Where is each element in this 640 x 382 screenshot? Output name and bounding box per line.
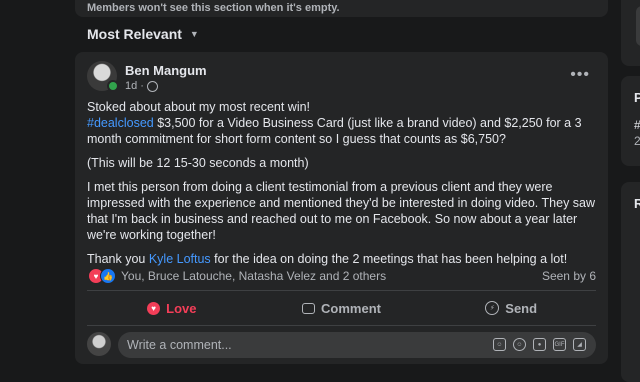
comment-icon xyxy=(302,302,316,314)
post-paragraph: Thank you Kyle Loftus for the idea on do… xyxy=(87,251,597,267)
comment-placeholder: Write a comment... xyxy=(127,338,232,352)
online-status-icon xyxy=(107,80,119,92)
post-paragraph: Stoked about about my most recent win! #… xyxy=(87,99,597,147)
comment-tools: ☺ ☺ ● GIF ◢ xyxy=(493,338,586,351)
sort-dropdown[interactable]: Most Relevant ▼ xyxy=(87,26,199,42)
sidebar-card-bottom: R xyxy=(621,182,640,382)
meta-separator: · xyxy=(140,80,144,92)
sidebar-title: R xyxy=(634,196,640,211)
sidebar-card-top xyxy=(621,0,640,66)
more-options-icon[interactable]: ••• xyxy=(570,66,590,84)
comment-button[interactable]: Comment xyxy=(257,294,427,322)
hashtag-link[interactable]: #dealclosed xyxy=(87,116,154,130)
send-button[interactable]: ⚡ Send xyxy=(426,294,596,322)
group-notice-card: Members won't see this section when it's… xyxy=(75,0,608,17)
post-body: Stoked about about my most recent win! #… xyxy=(87,99,597,275)
avatar-sticker-icon[interactable]: ☺ xyxy=(493,338,506,351)
messenger-icon: ⚡ xyxy=(485,301,500,315)
post-text: for the idea on doing the 2 meetings tha… xyxy=(210,252,568,266)
emoji-icon[interactable]: ☺ xyxy=(513,338,526,351)
gif-icon[interactable]: GIF xyxy=(553,338,566,351)
group-notice-text: Members won't see this section when it's… xyxy=(87,2,340,14)
comment-input[interactable]: Write a comment... ☺ ☺ ● GIF ◢ xyxy=(118,332,596,358)
sidebar-title: P xyxy=(634,90,640,105)
love-label: Love xyxy=(166,300,197,316)
like-reaction-icon: 👍 xyxy=(100,268,116,284)
love-button[interactable]: ♥ Love xyxy=(87,294,257,322)
sidebar-card-middle: P # 2 xyxy=(621,76,640,166)
post-actions: ♥ Love Comment ⚡ Send xyxy=(87,294,596,322)
post-paragraph: (This will be 12 15-30 seconds a month) xyxy=(87,156,309,170)
divider xyxy=(87,290,596,291)
post-text: Thank you xyxy=(87,252,149,266)
author-avatar[interactable] xyxy=(87,61,119,92)
caret-down-icon: ▼ xyxy=(189,29,199,39)
heart-icon: ♥ xyxy=(147,301,161,315)
seen-by-count[interactable]: Seen by 6 xyxy=(542,269,596,283)
sort-label: Most Relevant xyxy=(87,26,182,42)
reaction-names[interactable]: You, Bruce Latouche, Natasha Velez and 2… xyxy=(121,269,386,283)
post-text-line: Stoked about about my most recent win! xyxy=(87,100,311,114)
post-paragraph: I met this person from doing a client te… xyxy=(87,180,596,242)
globe-icon xyxy=(146,80,158,92)
post-meta: 1d · xyxy=(125,80,158,92)
reactions-row[interactable]: ♥ 👍 You, Bruce Latouche, Natasha Velez a… xyxy=(88,267,596,285)
comment-label: Comment xyxy=(321,300,381,316)
post-time[interactable]: 1d xyxy=(125,80,137,92)
mention-link[interactable]: Kyle Loftus xyxy=(149,252,211,266)
sticker-icon[interactable]: ◢ xyxy=(573,338,586,351)
author-name[interactable]: Ben Mangum xyxy=(125,63,207,78)
post-text-line: $3,500 for a Video Business Card (just l… xyxy=(87,116,582,146)
send-label: Send xyxy=(505,300,538,316)
commenter-avatar[interactable] xyxy=(87,332,111,356)
camera-icon[interactable]: ● xyxy=(533,338,546,351)
sidebar-text: 2 xyxy=(634,134,640,148)
divider xyxy=(87,325,596,326)
sidebar-text[interactable]: # xyxy=(634,118,640,132)
post-card: Ben Mangum 1d · ••• Stoked about about m… xyxy=(75,52,608,364)
